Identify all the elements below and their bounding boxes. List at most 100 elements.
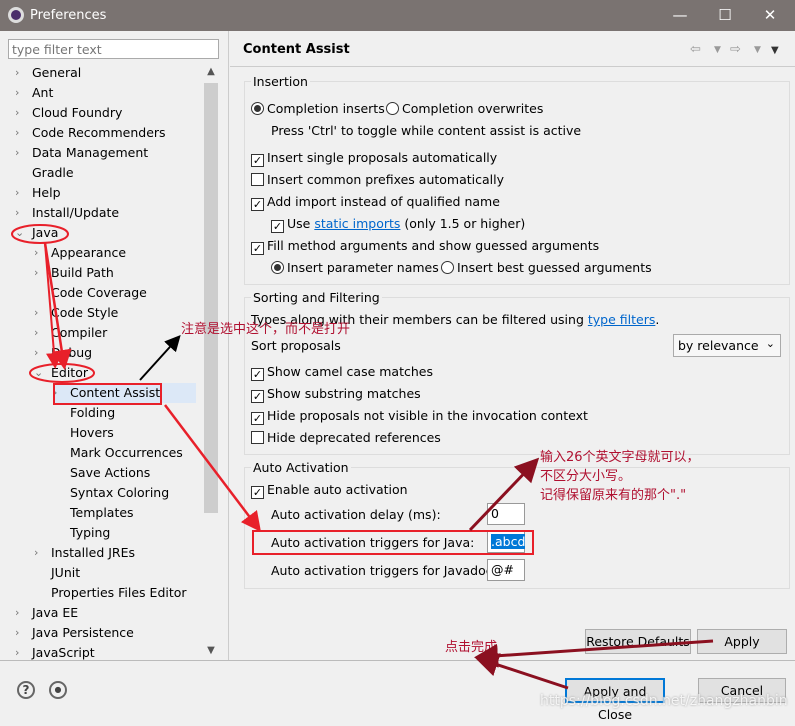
chevron-right-icon[interactable]: › [15,603,25,623]
delay-input[interactable]: 0 [487,503,525,525]
help-icon[interactable]: ? [17,681,35,699]
tree-item[interactable]: › General [15,63,196,83]
chevron-right-icon[interactable]: › [15,183,25,203]
type-filters-link[interactable]: type filters [588,312,656,327]
chevron-right-icon[interactable]: › [34,543,44,563]
back-menu-icon[interactable]: ▼ [714,45,721,55]
tree-item[interactable]: Syntax Coloring [53,483,196,503]
tree-item[interactable]: › Java Persistence [15,623,196,643]
forward-menu-icon[interactable]: ▼ [754,45,761,55]
tree-item-label: Ant [32,85,54,100]
scroll-up-icon[interactable]: ▲ [203,66,219,77]
tree-item[interactable]: › Cloud Foundry [15,103,196,123]
completion-inserts-radio[interactable]: Completion inserts [251,101,385,116]
chevron-right-icon[interactable]: › [34,323,44,343]
hide-invisible-checkbox[interactable]: ✓ Hide proposals not visible in the invoc… [251,408,588,425]
tree-item[interactable]: › Install/Update [15,203,196,223]
tree-item[interactable]: Save Actions [53,463,196,483]
chevron-right-icon[interactable]: › [15,123,25,143]
chevron-right-icon[interactable]: › [15,83,25,103]
sort-proposals-select[interactable]: by relevance ⌄ [673,334,781,357]
tree-item[interactable]: › Code Style [34,303,196,323]
forward-icon[interactable]: ⇨ [730,42,741,57]
javadoc-triggers-input[interactable]: @# [487,559,525,581]
tree-item-label: Folding [70,405,116,420]
scrollbar-thumb[interactable] [204,83,218,513]
tree-item-label: Help [32,185,61,200]
tree-item-label: Installed JREs [51,545,136,560]
static-imports-link[interactable]: static imports [314,216,400,231]
tree-item-label: Appearance [51,245,127,260]
insert-best-guessed-radio[interactable]: Insert best guessed arguments [441,260,652,275]
java-triggers-input[interactable]: .abcd [487,531,526,553]
back-icon[interactable]: ⇦ [690,42,701,57]
chevron-down-icon[interactable]: ⌄ [15,223,25,243]
chevron-right-icon[interactable]: › [15,623,25,643]
tree-item[interactable]: › Debug [34,343,196,363]
tree-item[interactable]: Hovers [53,423,196,443]
record-icon[interactable]: ● [49,681,67,699]
java-triggers-label: Auto activation triggers for Java: [271,535,475,550]
tree-item[interactable]: › Java EE [15,603,196,623]
delay-label: Auto activation delay (ms): [271,507,441,522]
tree-item[interactable]: Typing [53,523,196,543]
fill-args-checkbox[interactable]: ✓ Fill method arguments and show guessed … [251,238,599,255]
minimize-button[interactable]: — [665,4,695,26]
tree-item[interactable]: › Build Path [34,263,196,283]
chevron-right-icon[interactable]: › [15,203,25,223]
tree-item[interactable]: › Code Recommenders [15,123,196,143]
chevron-right-icon[interactable]: › [34,343,44,363]
view-menu-icon[interactable]: ▼ [771,45,779,56]
tree-item[interactable]: › Compiler [34,323,196,343]
pane-divider[interactable] [228,31,229,660]
tree-item[interactable]: Code Coverage [34,283,196,303]
chevron-down-icon[interactable]: ⌄ [34,363,44,383]
title-bar: Preferences — ☐ ✕ [0,0,795,31]
maximize-button[interactable]: ☐ [710,4,740,26]
chevron-right-icon[interactable]: › [15,103,25,123]
tree-item[interactable]: JUnit [34,563,196,583]
tree-scrollbar[interactable]: ▲ ▼ [203,63,219,660]
tree-item-label: Code Style [51,305,119,320]
camel-case-checkbox[interactable]: ✓ Show camel case matches [251,364,433,381]
tree-item[interactable]: Properties Files Editor [34,583,196,603]
scroll-down-icon[interactable]: ▼ [203,645,219,656]
tree-item[interactable]: › Content Assist [53,383,196,403]
close-button[interactable]: ✕ [755,4,785,26]
tree-item-label: Content Assist [70,385,161,400]
completion-overwrites-radio[interactable]: Completion overwrites [386,101,543,116]
tree-item-label: Properties Files Editor [51,585,187,600]
chevron-right-icon[interactable]: › [34,243,44,263]
insert-single-checkbox[interactable]: ✓ Insert single proposals automatically [251,150,497,167]
chevron-right-icon[interactable]: › [15,143,25,163]
static-imports-checkbox[interactable]: ✓ Use static imports (only 1.5 or higher) [271,216,525,233]
header-separator [230,66,795,67]
tree-item[interactable]: ⌄ Java [15,223,196,243]
add-import-checkbox[interactable]: ✓ Add import instead of qualified name [251,194,500,211]
tree-item[interactable]: Gradle [15,163,196,183]
tree-item[interactable]: › Ant [15,83,196,103]
enable-auto-activation-checkbox[interactable]: ✓ Enable auto activation [251,482,408,499]
tree-item[interactable]: Mark Occurrences [53,443,196,463]
tree-item[interactable]: › Help [15,183,196,203]
chevron-right-icon[interactable]: › [53,383,63,403]
tree-item-label: Install/Update [32,205,120,220]
restore-defaults-button[interactable]: Restore Defaults [585,629,691,654]
tree-item-label: Code Coverage [51,285,147,300]
tree-item[interactable]: › Appearance [34,243,196,263]
tree-item[interactable]: › Installed JREs [34,543,196,563]
substring-checkbox[interactable]: ✓ Show substring matches [251,386,421,403]
tree-item[interactable]: ⌄ Editor [34,363,196,383]
insert-common-checkbox[interactable]: Insert common prefixes automatically [251,172,504,187]
tree-item[interactable]: Templates [53,503,196,523]
chevron-right-icon[interactable]: › [34,263,44,283]
chevron-right-icon[interactable]: › [15,63,25,83]
apply-button[interactable]: Apply [697,629,787,654]
insert-param-names-radio[interactable]: Insert parameter names [271,260,439,275]
filter-input[interactable] [8,39,219,59]
tree-item[interactable]: › Data Management [15,143,196,163]
tree-item[interactable]: Folding [53,403,196,423]
hide-deprecated-checkbox[interactable]: Hide deprecated references [251,430,441,445]
chevron-right-icon[interactable]: › [34,303,44,323]
tree-item-label: Code Recommenders [32,125,166,140]
